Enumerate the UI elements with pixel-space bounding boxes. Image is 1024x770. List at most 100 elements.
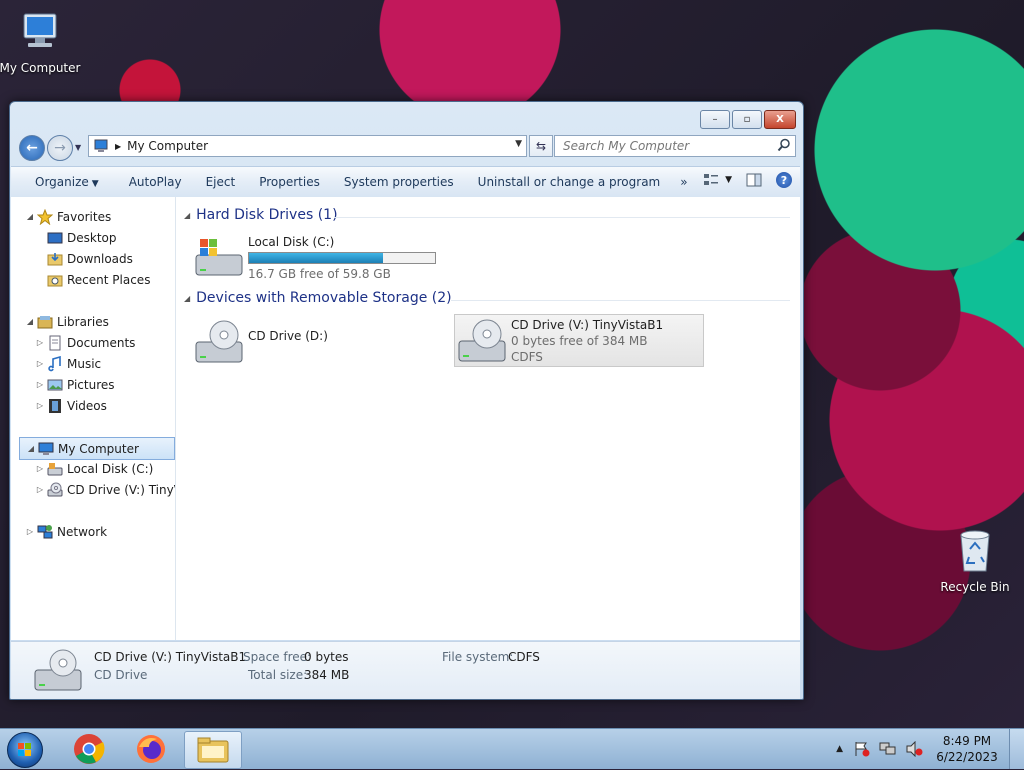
more-commands-button[interactable]: » bbox=[672, 175, 695, 189]
music-icon bbox=[48, 355, 61, 371]
collapsed-arrow-icon[interactable]: ▷ bbox=[35, 380, 45, 389]
show-hidden-icons-button[interactable]: ▲ bbox=[836, 744, 843, 754]
taskbar-file-explorer[interactable] bbox=[184, 731, 242, 769]
eject-button[interactable]: Eject bbox=[194, 175, 248, 189]
start-button[interactable] bbox=[7, 732, 43, 768]
nav-item-libraries[interactable]: ◢ Libraries bbox=[25, 311, 109, 332]
nav-item-recent-places[interactable]: Recent Places bbox=[47, 269, 150, 290]
nav-label: Recent Places bbox=[67, 272, 151, 287]
collapse-arrow-icon: ◢ bbox=[184, 293, 191, 303]
search-input[interactable]: Search My Computer bbox=[563, 139, 689, 153]
pictures-icon bbox=[47, 379, 63, 390]
nav-item-my-computer[interactable]: ◢ My Computer bbox=[19, 437, 175, 460]
properties-button[interactable]: Properties bbox=[247, 175, 332, 189]
details-total-size-label: Total size: bbox=[248, 668, 308, 682]
chevron-down-icon[interactable]: ▼ bbox=[515, 139, 522, 149]
documents-icon bbox=[49, 335, 61, 350]
disk-usage-bar bbox=[248, 252, 436, 264]
breadcrumb-arrow-icon[interactable]: ▶ bbox=[115, 142, 121, 151]
collapsed-arrow-icon[interactable]: ▷ bbox=[35, 338, 45, 347]
chevron-down-icon: ▼ bbox=[725, 175, 732, 185]
taskbar-chrome[interactable] bbox=[61, 731, 117, 767]
nav-item-music[interactable]: ▷ Music bbox=[35, 353, 101, 374]
expanded-arrow-icon[interactable]: ◢ bbox=[25, 317, 35, 326]
nav-item-cd-drive[interactable]: ▷ CD Drive (V:) TinyVis bbox=[35, 479, 175, 500]
change-view-button[interactable]: ▼ bbox=[703, 173, 732, 187]
help-button[interactable]: ? bbox=[776, 172, 792, 188]
address-bar[interactable]: ▶ My Computer ▼ bbox=[88, 135, 527, 157]
show-desktop-button[interactable] bbox=[1009, 729, 1024, 769]
nav-label: Videos bbox=[67, 398, 107, 413]
view-controls: ▼ ? bbox=[703, 172, 792, 188]
nav-label: Libraries bbox=[57, 314, 109, 329]
desktop-icon-my-computer[interactable]: My Computer bbox=[0, 10, 83, 75]
details-file-system-value: CDFS bbox=[508, 650, 540, 664]
recent-pages-dropdown[interactable]: ▼ bbox=[75, 143, 81, 152]
maximize-button[interactable]: ▫ bbox=[732, 110, 762, 129]
clock-date: 6/22/2023 bbox=[936, 750, 998, 764]
forward-button[interactable]: → bbox=[47, 135, 73, 161]
collapsed-arrow-icon[interactable]: ▷ bbox=[25, 527, 35, 536]
group-title: Hard Disk Drives (1) bbox=[196, 207, 338, 223]
cd-drive-icon bbox=[47, 482, 63, 496]
nav-label: Pictures bbox=[67, 377, 115, 392]
collapsed-arrow-icon[interactable]: ▷ bbox=[35, 401, 45, 410]
organize-button[interactable]: Organize ▼ bbox=[23, 175, 111, 189]
nav-item-network[interactable]: ▷ Network bbox=[25, 521, 107, 542]
collapsed-arrow-icon[interactable]: ▷ bbox=[35, 464, 45, 473]
group-header-hard-disks[interactable]: ◢ Hard Disk Drives (1) bbox=[184, 207, 338, 223]
close-button[interactable]: X bbox=[764, 110, 796, 129]
nav-item-favorites[interactable]: ◢ Favorites bbox=[25, 206, 111, 227]
preview-pane-icon[interactable] bbox=[746, 173, 762, 187]
collapsed-arrow-icon[interactable]: ▷ bbox=[35, 359, 45, 368]
nav-item-local-disk[interactable]: ▷ Local Disk (C:) bbox=[35, 458, 153, 479]
action-center-flag-icon[interactable] bbox=[853, 741, 871, 757]
content-pane: ◢ Hard Disk Drives (1) Local Disk (C:) 1… bbox=[176, 197, 800, 640]
collapsed-arrow-icon[interactable]: ▷ bbox=[35, 485, 45, 494]
desktop-icon-recycle-bin[interactable]: Recycle Bin bbox=[932, 527, 1018, 594]
system-properties-button[interactable]: System properties bbox=[332, 175, 466, 189]
drive-cd-v-tinyvista[interactable]: CD Drive (V:) TinyVistaB1 0 bytes free o… bbox=[454, 314, 704, 367]
nav-label: Local Disk (C:) bbox=[67, 461, 154, 476]
network-status-icon[interactable] bbox=[879, 741, 897, 757]
volume-muted-icon[interactable] bbox=[905, 741, 923, 757]
chevron-down-icon: ▼ bbox=[91, 179, 99, 189]
breadcrumb-my-computer[interactable]: My Computer bbox=[127, 139, 208, 153]
caption-buttons: – ▫ X bbox=[700, 110, 796, 129]
nav-label: Desktop bbox=[67, 230, 117, 245]
search-box[interactable]: Search My Computer bbox=[554, 135, 796, 157]
clock-time: 8:49 PM bbox=[942, 734, 992, 748]
group-header-removable[interactable]: ◢ Devices with Removable Storage (2) bbox=[184, 290, 452, 306]
refresh-button[interactable]: ⇆ bbox=[529, 135, 553, 157]
nav-item-documents[interactable]: ▷ Documents bbox=[35, 332, 135, 353]
search-icon[interactable] bbox=[777, 138, 791, 152]
details-drive-name: CD Drive (V:) TinyVistaB1 bbox=[94, 650, 247, 664]
recycle-bin-icon bbox=[932, 527, 1018, 576]
refresh-icon: ⇆ bbox=[535, 139, 547, 153]
expanded-arrow-icon[interactable]: ◢ bbox=[26, 444, 36, 453]
minimize-button[interactable]: – bbox=[700, 110, 730, 129]
main-pane: ◢ Favorites Desktop Downloads Recent Pla… bbox=[11, 197, 800, 640]
nav-item-desktop[interactable]: Desktop bbox=[47, 227, 117, 248]
nav-item-videos[interactable]: ▷ Videos bbox=[35, 395, 107, 416]
nav-item-downloads[interactable]: Downloads bbox=[47, 248, 133, 269]
navigation-bar: ← → ▼ ▶ My Computer ▼ ⇆ Search My Comput… bbox=[17, 133, 797, 163]
expanded-arrow-icon[interactable]: ◢ bbox=[25, 212, 35, 221]
desktop-icon-label: Recycle Bin bbox=[940, 580, 1010, 594]
folder-icon bbox=[197, 737, 229, 763]
network-icon bbox=[37, 524, 53, 538]
autoplay-button[interactable]: AutoPlay bbox=[117, 175, 194, 189]
nav-item-pictures[interactable]: ▷ Pictures bbox=[35, 374, 115, 395]
clock[interactable]: 8:49 PM 6/22/2023 bbox=[929, 733, 1005, 765]
drive-file-system: CDFS bbox=[511, 350, 543, 364]
star-icon bbox=[37, 208, 53, 225]
drive-local-disk-c[interactable]: Local Disk (C:) 16.7 GB free of 59.8 GB bbox=[194, 235, 454, 283]
taskbar-firefox[interactable] bbox=[123, 731, 179, 767]
taskbar: ▲ 8:49 PM 6/22/2023 bbox=[0, 728, 1024, 769]
uninstall-program-button[interactable]: Uninstall or change a program bbox=[466, 175, 673, 189]
back-button[interactable]: ← bbox=[19, 135, 45, 161]
group-title: Devices with Removable Storage (2) bbox=[196, 290, 452, 306]
navigation-pane: ◢ Favorites Desktop Downloads Recent Pla… bbox=[11, 197, 176, 640]
cd-drive-icon bbox=[34, 649, 82, 691]
drive-cd-d[interactable]: CD Drive (D:) bbox=[194, 317, 434, 367]
